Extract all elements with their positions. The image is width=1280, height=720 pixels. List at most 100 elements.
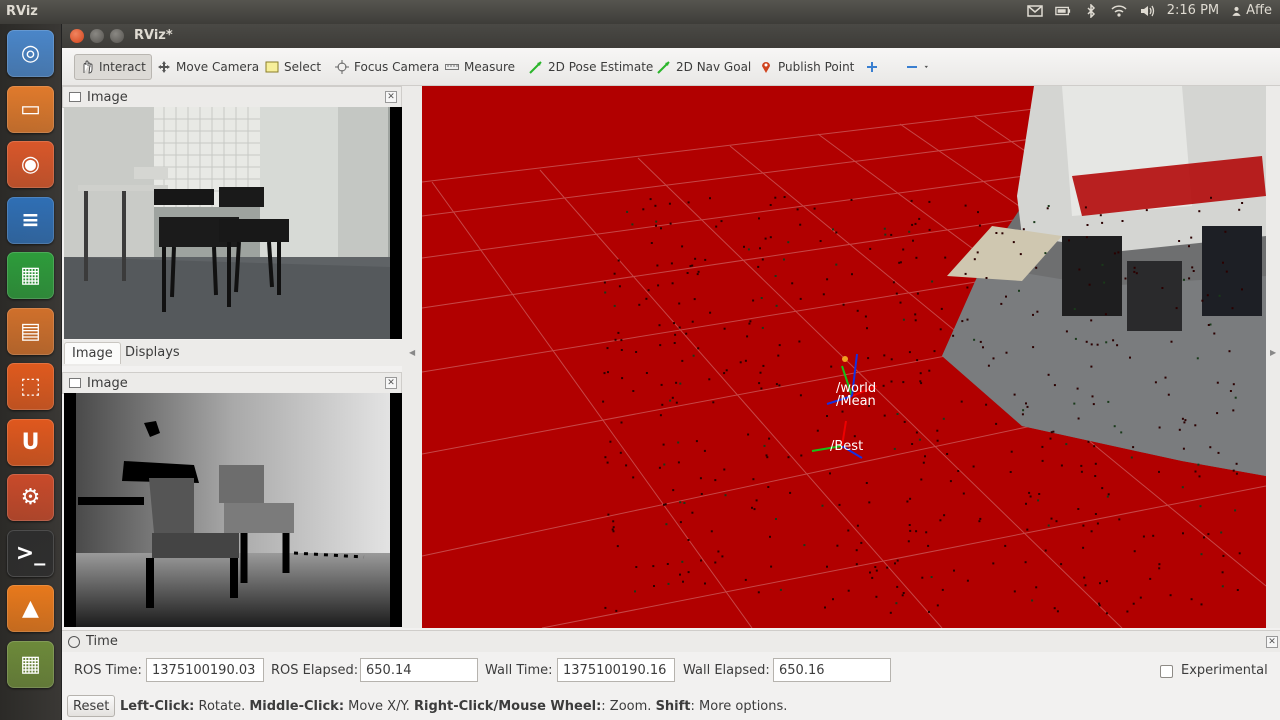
workspace-switcher-icon[interactable]: ▦ — [7, 640, 54, 688]
cloud-point — [1225, 270, 1228, 273]
cloud-point — [826, 565, 828, 568]
cloud-point — [1099, 582, 1101, 585]
right-dock-gutter[interactable]: ▶ — [1266, 86, 1280, 628]
files-icon[interactable]: ▭ — [7, 85, 54, 133]
close-panel-icon[interactable]: ✕ — [385, 377, 397, 389]
cloud-point — [758, 217, 760, 220]
close-window-button[interactable] — [70, 29, 84, 43]
select-tool-button[interactable]: Select — [260, 54, 326, 80]
dash-home-icon[interactable]: ◎ — [7, 30, 54, 77]
mail-icon[interactable] — [1027, 4, 1043, 18]
reset-button[interactable]: Reset — [67, 695, 116, 717]
close-panel-icon[interactable]: ✕ — [1266, 636, 1278, 648]
wall-elapsed-field[interactable] — [773, 658, 891, 682]
rgb-camera-image[interactable] — [64, 107, 402, 339]
software-center-icon[interactable]: ⬚ — [7, 363, 54, 410]
system-settings-icon[interactable]: ⚙ — [7, 474, 54, 521]
depth-camera-image[interactable] — [64, 393, 402, 627]
cloud-point — [1194, 470, 1197, 473]
vlc-icon[interactable]: ▲ — [7, 585, 54, 632]
expand-right-icon[interactable]: ▶ — [1270, 348, 1276, 357]
move-camera-tool-button[interactable]: Move Camera — [152, 54, 264, 80]
collapse-left-icon[interactable]: ◀ — [409, 348, 415, 357]
bluetooth-icon[interactable] — [1083, 3, 1099, 18]
tab-displays[interactable]: Displays — [118, 342, 187, 364]
measure-tool-button[interactable]: Measure — [440, 54, 520, 80]
cloud-point — [1218, 294, 1221, 297]
ubuntu-one-icon[interactable]: U — [7, 418, 54, 466]
wall-time-field[interactable] — [557, 658, 675, 682]
cloud-point — [962, 492, 965, 495]
cloud-point — [767, 486, 770, 488]
cloud-point — [631, 223, 634, 226]
cloud-point — [769, 535, 771, 538]
cloud-point — [920, 478, 923, 481]
publish-point-tool-button[interactable]: Publish Point — [754, 54, 859, 80]
cloud-point — [703, 449, 706, 452]
cloud-point — [1047, 205, 1050, 207]
user-menu[interactable]: Affe — [1231, 3, 1272, 18]
wall-elapsed-label: Wall Elapsed: — [683, 663, 770, 678]
rviz-3d-view[interactable]: /world /Mean /Best — [422, 86, 1266, 628]
cloud-point — [952, 334, 955, 337]
cloud-point — [659, 344, 662, 347]
cloud-point — [751, 506, 753, 509]
cloud-point — [966, 286, 969, 289]
cloud-point — [1024, 561, 1027, 564]
cloud-point — [685, 332, 688, 335]
volume-icon[interactable] — [1139, 4, 1155, 18]
ros-elapsed-field[interactable] — [360, 658, 478, 682]
nav-goal-tool-button[interactable]: 2D Nav Goal — [652, 54, 756, 80]
wifi-icon[interactable] — [1111, 4, 1127, 18]
experimental-checkbox[interactable] — [1160, 665, 1173, 678]
cloud-point — [1049, 437, 1052, 440]
ros-time-field[interactable] — [146, 658, 264, 682]
cloud-point — [883, 414, 886, 417]
cloud-point — [1096, 343, 1099, 346]
cloud-point — [841, 410, 844, 413]
panel-splitter[interactable]: ◀ — [402, 86, 422, 628]
cloud-point — [903, 420, 906, 423]
remove-tool-button[interactable] — [900, 54, 937, 80]
cloud-point — [1053, 384, 1056, 387]
cloud-point — [799, 394, 802, 397]
cloud-point — [901, 594, 904, 597]
image-panel-top-header[interactable]: Image ✕ — [62, 86, 402, 108]
cloud-point — [1112, 339, 1115, 342]
focus-camera-tool-button[interactable]: Focus Camera — [330, 54, 444, 80]
cloud-point — [1077, 508, 1080, 510]
cloud-point — [1221, 585, 1224, 588]
pose-estimate-tool-button[interactable]: 2D Pose Estimate — [524, 54, 658, 80]
cloud-point — [635, 351, 638, 353]
window-titlebar[interactable]: RViz* — [62, 24, 1280, 48]
hint-left-click-text: Rotate. — [194, 699, 250, 714]
cloud-point — [1183, 278, 1185, 281]
firefox-icon[interactable]: ◉ — [7, 141, 54, 188]
cloud-point — [699, 477, 702, 480]
maximize-window-button[interactable] — [110, 29, 124, 43]
close-panel-icon[interactable]: ✕ — [385, 91, 397, 103]
minimize-window-button[interactable] — [90, 29, 104, 43]
impress-icon[interactable]: ▤ — [7, 307, 54, 355]
cloud-point — [606, 461, 609, 464]
cloud-point — [979, 340, 982, 343]
cloud-point — [1169, 594, 1172, 597]
time-panel-header[interactable]: Time ✕ — [62, 630, 1280, 652]
image-panel-bottom-header[interactable]: Image ✕ — [62, 372, 402, 394]
cloud-point — [851, 273, 853, 276]
tab-image[interactable]: Image — [64, 342, 121, 364]
battery-icon[interactable] — [1054, 4, 1071, 18]
add-tool-button[interactable] — [860, 54, 884, 80]
cloud-point — [697, 270, 700, 273]
writer-icon[interactable]: ≡ — [7, 196, 54, 244]
cloud-point — [1073, 402, 1076, 405]
terminal-icon[interactable]: >_ — [7, 529, 54, 577]
clock-text[interactable]: 2:16 PM — [1167, 3, 1219, 18]
cloud-point — [985, 277, 988, 279]
calc-icon[interactable]: ▦ — [7, 252, 54, 299]
unity-launcher: ◎ ▭ ◉ ≡ ▦ ▤ ⬚ U ⚙ >_ ▲ ▦ — [0, 24, 62, 720]
cloud-point — [1213, 332, 1216, 335]
cloud-point — [759, 247, 761, 250]
cloud-point — [1001, 232, 1004, 235]
interact-tool-button[interactable]: Interact — [74, 54, 152, 80]
